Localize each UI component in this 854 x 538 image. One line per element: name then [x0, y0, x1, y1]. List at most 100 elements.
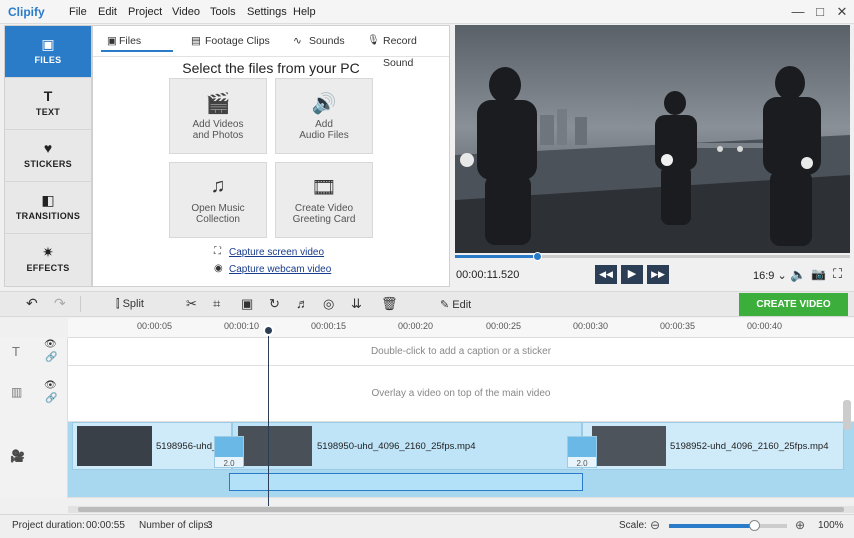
snapshot-icon[interactable]: 📷: [811, 267, 826, 281]
tab-sounds[interactable]: ∿ Sounds: [289, 30, 351, 52]
enhance-icon[interactable]: ◎: [323, 296, 334, 312]
nav-stickers[interactable]: ♥ STICKERS: [5, 130, 91, 182]
ruler-label: 00:00:35: [660, 321, 696, 331]
progress-handle[interactable]: [532, 252, 542, 261]
edit-button[interactable]: ✎ Edit: [440, 298, 471, 311]
previous-frame-button[interactable]: ◀◀: [595, 265, 617, 284]
capture-screen-link[interactable]: Capture screen video: [229, 247, 324, 258]
add-audio-line2: Audio Files: [299, 130, 349, 141]
rotate-icon[interactable]: ↻: [269, 296, 280, 312]
image-icon: ▣: [107, 35, 117, 47]
music-collection-tile[interactable]: ♫ Open Music Collection: [169, 162, 267, 238]
redo-icon[interactable]: ↷: [54, 295, 66, 312]
timeline-ruler[interactable]: [68, 318, 854, 338]
undo-icon[interactable]: ↶: [26, 295, 38, 312]
waveform-icon: ∿: [293, 35, 302, 47]
panel-heading: Select the files from your PC: [182, 60, 360, 76]
tab-files[interactable]: ▣ Files: [101, 30, 173, 52]
eye-icon[interactable]: 👁: [44, 339, 57, 350]
playback-progress[interactable]: [455, 255, 850, 258]
tab-files-label: Files: [119, 35, 142, 47]
audio-settings-icon[interactable]: ♬: [296, 296, 309, 311]
vertical-scrollbar-thumb[interactable]: [843, 400, 851, 430]
clip-name: 5198952-uhd_4096_2160_25fps.mp4: [670, 441, 829, 452]
greeting-card-tile[interactable]: 🎞 Create Video Greeting Card: [275, 162, 373, 238]
delete-icon[interactable]: 🗑: [381, 296, 398, 312]
aspect-ratio-select[interactable]: 16:9 ⌄: [753, 269, 787, 282]
greeting-line1: Create Video: [294, 203, 354, 214]
edit-label: Edit: [452, 299, 472, 311]
video-camera-icon: 🎥: [10, 449, 25, 463]
clip-name: 5198950-uhd_4096_2160_25fps.mp4: [317, 441, 476, 452]
caption-track[interactable]: Double-click to add a caption or a stick…: [68, 338, 854, 366]
split-icon: ⫿: [116, 298, 123, 310]
menu-file[interactable]: File: [69, 6, 87, 18]
playhead-handle[interactable]: [263, 325, 274, 336]
scale-label: Scale:: [619, 520, 647, 531]
create-video-button[interactable]: CREATE VIDEO: [739, 293, 848, 316]
scrollbar-thumb[interactable]: [78, 507, 844, 512]
cut-icon[interactable]: ✂: [186, 296, 197, 312]
nav-effects[interactable]: ✷ EFFECTS: [5, 234, 91, 286]
nav-transitions[interactable]: ◧ TRANSITIONS: [5, 182, 91, 234]
menu-help[interactable]: Help: [293, 6, 316, 18]
volume-icon[interactable]: 🔈: [790, 267, 806, 283]
transition-marker[interactable]: 2.0: [214, 436, 244, 468]
play-button[interactable]: ▶: [621, 265, 643, 284]
nav-text[interactable]: T TEXT: [5, 78, 91, 130]
film-icon: ▤: [191, 35, 201, 47]
zoom-out-icon[interactable]: ⊖: [650, 518, 660, 532]
progress-fill: [455, 255, 538, 258]
maximize-button[interactable]: □: [809, 3, 831, 21]
clip-thumbnail: [238, 426, 312, 466]
nav-stickers-label: STICKERS: [24, 159, 72, 169]
selected-clip-audio[interactable]: [229, 473, 583, 491]
insert-icon[interactable]: ⇊: [351, 296, 362, 312]
add-videos-tile[interactable]: 🎬 Add Videos and Photos: [169, 78, 267, 154]
scale-slider-thumb[interactable]: [748, 520, 760, 531]
overlay-track-icon: ▥: [11, 385, 23, 399]
fullscreen-icon[interactable]: ⛶: [833, 266, 842, 282]
menu-edit[interactable]: Edit: [98, 6, 117, 18]
menu-tools[interactable]: Tools: [210, 6, 236, 18]
menu-project[interactable]: Project: [128, 6, 162, 18]
split-button[interactable]: ⫿ Split: [116, 298, 144, 311]
timeline-scrollbar[interactable]: [68, 506, 854, 513]
clip-name: 5198956-uhd_: [156, 441, 218, 452]
scale-slider-fill: [669, 524, 754, 528]
transitions-icon: ◧: [41, 192, 55, 208]
menu-settings[interactable]: Settings: [247, 6, 287, 18]
nav-transitions-label: TRANSITIONS: [15, 211, 81, 221]
scale-value: 100%: [818, 520, 844, 531]
pencil-icon: ✎: [440, 299, 453, 311]
capture-webcam-link[interactable]: Capture webcam video: [229, 264, 331, 275]
menu-video[interactable]: Video: [172, 6, 200, 18]
video-preview[interactable]: [455, 25, 850, 253]
link-icon[interactable]: 🔗: [45, 352, 57, 363]
zoom-in-icon[interactable]: ⊕: [795, 518, 805, 532]
clip-thumbnail: [77, 426, 152, 466]
add-audio-tile[interactable]: 🔊 Add Audio Files: [275, 78, 373, 154]
scale-slider[interactable]: [669, 524, 787, 528]
add-videos-line1: Add Videos: [192, 119, 244, 130]
music-notes-icon: ♫: [210, 175, 226, 197]
ruler-label: 00:00:10: [224, 321, 260, 331]
clapperboard-icon: 🎬: [205, 93, 231, 115]
minimize-button[interactable]: —: [787, 3, 809, 21]
close-button[interactable]: ✕: [831, 3, 853, 21]
ruler-label: 00:00:15: [311, 321, 347, 331]
eye-icon[interactable]: 👁: [44, 380, 57, 391]
tab-footage-label: Footage Clips: [205, 35, 270, 47]
next-frame-button[interactable]: ▶▶: [647, 265, 669, 284]
tab-footage-clips[interactable]: ▤ Footage Clips: [187, 30, 277, 52]
microphone-icon: 🎙: [367, 35, 380, 46]
overlay-hint: Overlay a video on top of the main video: [371, 388, 551, 399]
blackbars-icon[interactable]: ▣: [241, 296, 253, 312]
overlay-track[interactable]: Overlay a video on top of the main video: [68, 366, 854, 422]
screen-capture-icon: ⛶: [214, 246, 221, 257]
nav-files[interactable]: ▣ FILES: [5, 26, 91, 78]
link-icon[interactable]: 🔗: [45, 393, 57, 404]
tab-record-sound[interactable]: 🎙 Record Sound: [365, 30, 449, 69]
crop-icon[interactable]: ⌗: [213, 296, 220, 312]
transition-marker[interactable]: 2.0: [567, 436, 597, 468]
